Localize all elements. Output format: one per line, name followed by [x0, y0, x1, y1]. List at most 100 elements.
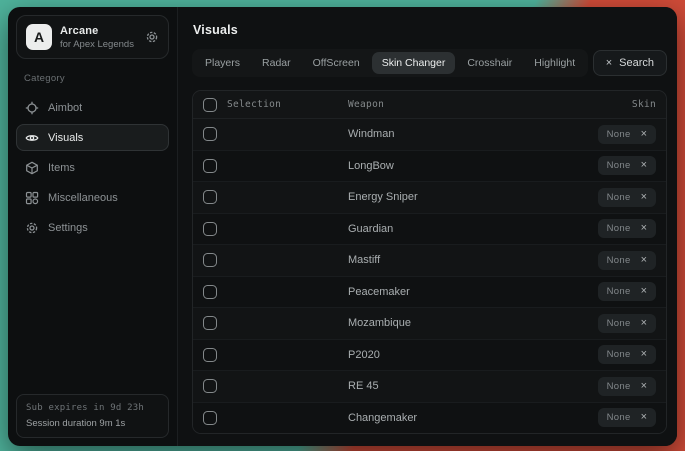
skin-select[interactable]: None × — [598, 377, 656, 396]
skin-value: None — [607, 160, 631, 171]
clear-skin-icon[interactable]: × — [641, 349, 647, 360]
category-label: Category — [24, 73, 169, 84]
skin-select[interactable]: None × — [598, 314, 656, 333]
skin-value: None — [607, 192, 631, 203]
row-checkbox[interactable] — [203, 285, 217, 299]
tab-highlight[interactable]: Highlight — [524, 52, 585, 74]
row-checkbox[interactable] — [203, 127, 217, 141]
clear-skin-icon[interactable]: × — [641, 129, 647, 140]
tab-players[interactable]: Players — [195, 52, 250, 74]
table-row: Energy Sniper None × — [193, 181, 666, 213]
clear-skin-icon[interactable]: × — [641, 286, 647, 297]
table-row: Changemaker None × — [193, 402, 666, 434]
weapon-name: Guardian — [343, 223, 598, 235]
search-button-label: Search — [619, 57, 654, 69]
clear-skin-icon[interactable]: × — [641, 223, 647, 234]
main-panel: Visuals PlayersRadarOffScreenSkin Change… — [178, 7, 677, 446]
search-button[interactable]: × Search — [593, 50, 667, 76]
page-title: Visuals — [193, 23, 667, 37]
sidebar-item-settings[interactable]: Settings — [16, 214, 169, 241]
table-row: RE 45 None × — [193, 370, 666, 402]
table-header: Selection Weapon Skin — [193, 91, 666, 119]
clear-skin-icon[interactable]: × — [641, 192, 647, 203]
skin-value: None — [607, 255, 631, 266]
row-checkbox[interactable] — [203, 253, 217, 267]
tab-crosshair[interactable]: Crosshair — [457, 52, 522, 74]
row-checkbox[interactable] — [203, 159, 217, 173]
header-skin: Skin — [632, 99, 656, 110]
tab-skin-changer[interactable]: Skin Changer — [372, 52, 456, 74]
app-logo: A — [26, 24, 52, 50]
row-checkbox[interactable] — [203, 222, 217, 236]
miscellaneous-icon — [25, 191, 39, 205]
clear-skin-icon[interactable]: × — [641, 318, 647, 329]
sidebar-item-label: Miscellaneous — [48, 192, 118, 204]
table-row: Guardian None × — [193, 213, 666, 245]
row-checkbox[interactable] — [203, 411, 217, 425]
settings-icon — [25, 221, 39, 235]
skin-value: None — [607, 223, 631, 234]
skin-select[interactable]: None × — [598, 188, 656, 207]
clear-skin-icon[interactable]: × — [641, 412, 647, 423]
gear-icon[interactable] — [145, 30, 159, 44]
sidebar-item-miscellaneous[interactable]: Miscellaneous — [16, 184, 169, 211]
row-checkbox[interactable] — [203, 190, 217, 204]
skin-value: None — [607, 286, 631, 297]
items-icon — [25, 161, 39, 175]
clear-skin-icon[interactable]: × — [641, 160, 647, 171]
skin-value: None — [607, 318, 631, 329]
sidebar-item-items[interactable]: Items — [16, 154, 169, 181]
skin-select[interactable]: None × — [598, 125, 656, 144]
row-checkbox[interactable] — [203, 379, 217, 393]
sidebar-item-aimbot[interactable]: Aimbot — [16, 94, 169, 121]
skin-select[interactable]: None × — [598, 219, 656, 238]
tabstrip: PlayersRadarOffScreenSkin ChangerCrossha… — [192, 49, 588, 77]
sidebar-item-label: Aimbot — [48, 102, 82, 114]
sidebar-nav: Aimbot Visuals Items Miscellaneous Setti… — [16, 94, 169, 241]
table-row: Mastiff None × — [193, 244, 666, 276]
app-subtitle: for Apex Legends — [60, 39, 137, 50]
weapon-name: Changemaker — [343, 412, 598, 424]
skin-table: Selection Weapon Skin Windman None × Lon… — [192, 90, 667, 434]
skin-value: None — [607, 349, 631, 360]
brand-card: A Arcane for Apex Legends — [16, 15, 169, 59]
app-window: A Arcane for Apex Legends Category Aimbo… — [8, 7, 677, 446]
tab-radar[interactable]: Radar — [252, 52, 301, 74]
sidebar: A Arcane for Apex Legends Category Aimbo… — [8, 7, 178, 446]
sidebar-item-label: Visuals — [48, 132, 83, 144]
row-checkbox[interactable] — [203, 316, 217, 330]
session-duration-text: Session duration 9m 1s — [26, 418, 159, 429]
skin-select[interactable]: None × — [598, 156, 656, 175]
weapon-name: RE 45 — [343, 380, 598, 392]
skin-select[interactable]: None × — [598, 408, 656, 427]
clear-skin-icon[interactable]: × — [641, 381, 647, 392]
weapon-name: LongBow — [343, 160, 598, 172]
row-checkbox[interactable] — [203, 348, 217, 362]
skin-value: None — [607, 381, 631, 392]
skin-select[interactable]: None × — [598, 251, 656, 270]
x-icon: × — [606, 58, 612, 69]
visuals-icon — [25, 131, 39, 145]
sidebar-item-label: Items — [48, 162, 75, 174]
brand-text: Arcane for Apex Legends — [60, 25, 137, 50]
sidebar-item-label: Settings — [48, 222, 88, 234]
subscription-info: Sub expires in 9d 23h Session duration 9… — [16, 394, 169, 438]
weapon-name: Windman — [343, 128, 598, 140]
table-row: P2020 None × — [193, 339, 666, 371]
select-all-checkbox[interactable] — [203, 98, 217, 112]
weapon-name: Energy Sniper — [343, 191, 598, 203]
skin-select[interactable]: None × — [598, 345, 656, 364]
table-row: Mozambique None × — [193, 307, 666, 339]
sidebar-item-visuals[interactable]: Visuals — [16, 124, 169, 151]
skin-select[interactable]: None × — [598, 282, 656, 301]
header-selection: Selection — [227, 99, 281, 110]
table-row: LongBow None × — [193, 150, 666, 182]
clear-skin-icon[interactable]: × — [641, 255, 647, 266]
table-body: Windman None × LongBow None × Energy — [193, 119, 666, 433]
toolbar: PlayersRadarOffScreenSkin ChangerCrossha… — [192, 49, 667, 77]
table-row: Windman None × — [193, 119, 666, 150]
skin-value: None — [607, 412, 631, 423]
sub-expires-text: Sub expires in 9d 23h — [26, 403, 159, 413]
aimbot-icon — [25, 101, 39, 115]
tab-offscreen[interactable]: OffScreen — [303, 52, 370, 74]
